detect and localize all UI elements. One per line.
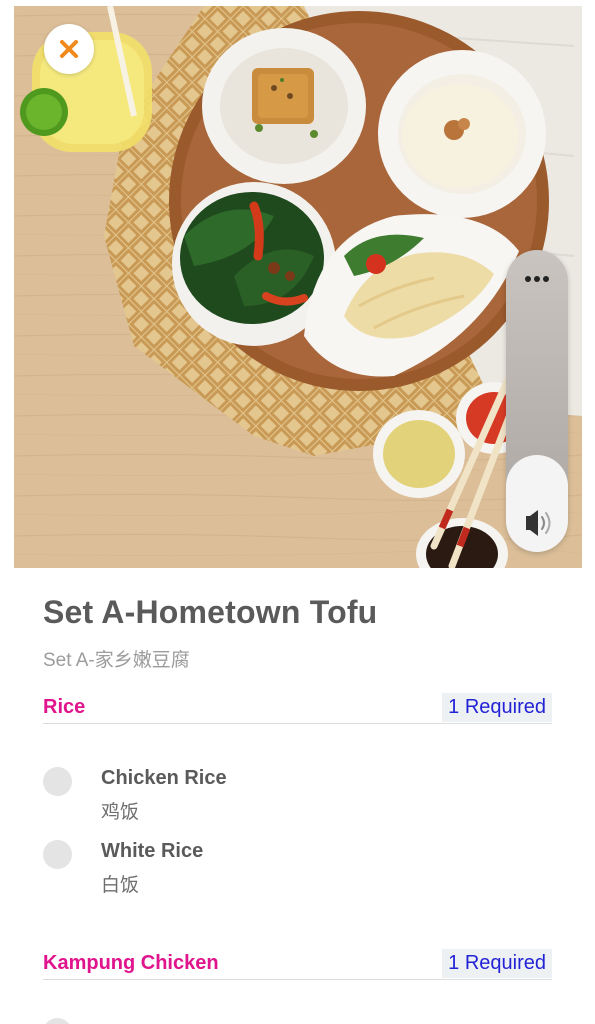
close-button[interactable] <box>44 24 94 74</box>
option-name: Chicken Rice <box>101 767 227 789</box>
product-detail-page: Set A-Hometown Tofu Set A-家乡嫩豆腐 Rice 1 R… <box>0 0 595 1024</box>
food-illustration <box>14 6 582 568</box>
section-title: Kampung Chicken <box>43 952 219 974</box>
close-icon <box>60 40 78 58</box>
section-header-rice: Rice 1 Required <box>43 693 552 724</box>
required-badge: 1 Required <box>442 693 552 722</box>
product-subtitle: Set A-家乡嫩豆腐 <box>43 650 190 671</box>
radio-button[interactable] <box>43 767 72 796</box>
more-options-button[interactable] <box>506 264 568 294</box>
required-badge: 1 Required <box>442 949 552 978</box>
radio-button[interactable] <box>43 840 72 869</box>
volume-level-fill <box>506 455 568 552</box>
product-title: Set A-Hometown Tofu <box>43 594 378 630</box>
more-dots-icon <box>525 276 549 282</box>
option-subtitle: 鸡饭 <box>101 802 140 823</box>
option-subtitle: 白饭 <box>101 875 140 896</box>
speaker-icon <box>526 510 551 536</box>
option-white-rice[interactable]: White Rice 白饭 <box>43 840 552 900</box>
radio-button[interactable] <box>43 1018 72 1024</box>
volume-slider[interactable] <box>506 250 568 552</box>
option-name: White Rice <box>101 840 204 862</box>
section-header-kampung-chicken: Kampung Chicken 1 Required <box>43 949 552 980</box>
option-chicken-rice[interactable]: Chicken Rice 鸡饭 <box>43 767 552 827</box>
section-title: Rice <box>43 696 86 718</box>
product-photo <box>14 6 582 568</box>
